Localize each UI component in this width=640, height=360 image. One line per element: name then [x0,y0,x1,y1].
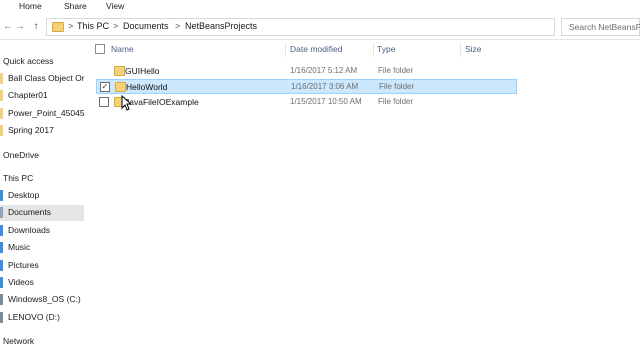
breadcrumb-documents[interactable]: Documents [123,21,169,31]
file-row[interactable]: GUIHello 1/16/2017 5:12 AM File folder [96,64,517,79]
nav-item-power-point[interactable]: Power_Point_45045 [0,106,90,122]
nav-quick-access[interactable]: Quick access [0,54,90,70]
downloads-icon [0,225,3,236]
file-type: File folder [378,97,414,106]
search-input[interactable]: Search NetBeansProjects [561,18,640,36]
nav-item-lenovo-d[interactable]: LENOVO (D:) [0,310,90,326]
column-header-row: Name Date modified Type Size [92,43,522,58]
row-checkbox[interactable] [99,97,109,107]
videos-icon [0,277,3,288]
select-all-checkbox[interactable] [95,44,105,54]
folder-icon [0,73,3,84]
ribbon: Home Share View [0,0,640,13]
file-date: 1/16/2017 3:06 AM [291,82,359,91]
file-date: 1/16/2017 5:12 AM [290,66,358,75]
nav-item-ball-class[interactable]: Ball Class Object Or [0,71,90,87]
file-name: JavaFileIOExample [125,97,199,107]
file-name: GUIHello [125,66,160,76]
forward-arrow-icon[interactable]: → [14,20,26,34]
tab-home[interactable]: Home [19,1,42,11]
nav-item-downloads[interactable]: Downloads [0,223,90,239]
drive-icon [0,294,3,305]
back-arrow-icon[interactable]: ← [2,20,14,34]
file-type: File folder [378,66,414,75]
breadcrumb-separator: > [175,21,181,31]
column-size[interactable]: Size [465,44,482,54]
nav-item-chapter01[interactable]: Chapter01 [0,88,90,104]
column-date-modified[interactable]: Date modified [290,44,342,54]
breadcrumb-separator: > [113,21,119,31]
breadcrumb-this-pc[interactable]: This PC [77,21,109,31]
nav-item-windows8-os[interactable]: Windows8_OS (C:) [0,292,90,308]
address-bar[interactable]: > This PC > Documents > NetBeansProjects… [46,18,594,36]
column-divider[interactable] [285,43,286,57]
documents-icon [0,207,3,218]
file-row[interactable]: JavaFileIOExample 1/15/2017 10:50 AM Fil… [96,95,517,110]
nav-item-desktop[interactable]: Desktop [0,188,90,204]
row-checkbox[interactable]: ✓ [100,82,110,92]
tab-view[interactable]: View [106,1,124,11]
nav-onedrive[interactable]: OneDrive [0,148,90,164]
file-type: File folder [379,82,415,91]
folder-icon [0,125,3,136]
folder-icon [114,66,125,76]
folder-icon [115,82,126,92]
breadcrumb-separator: > [68,21,74,31]
column-divider[interactable] [373,43,374,57]
file-date: 1/15/2017 10:50 AM [290,97,362,106]
mouse-cursor-icon [121,95,131,111]
nav-this-pc[interactable]: This PC [0,171,90,187]
nav-item-pictures[interactable]: Pictures [0,258,90,274]
nav-item-documents[interactable]: Documents [0,205,84,221]
nav-item-music[interactable]: Music [0,240,90,256]
file-row-selected[interactable]: ✓ HelloWorld 1/16/2017 3:06 AM File fold… [96,79,517,94]
folder-icon [0,108,3,119]
folder-icon [52,22,64,32]
tab-share[interactable]: Share [64,1,87,11]
search-placeholder: Search NetBeansProjects [569,22,640,32]
column-type[interactable]: Type [377,44,395,54]
navigation-pane: Quick access Ball Class Object Or Chapte… [0,52,90,360]
nav-item-videos[interactable]: Videos [0,275,90,291]
breadcrumb-netbeansprojects[interactable]: NetBeansProjects [185,21,257,31]
column-divider[interactable] [460,43,461,57]
file-name: HelloWorld [126,82,168,92]
nav-network[interactable]: Network [0,334,90,350]
address-row: ← → ↑ > This PC > Documents > NetBeansPr… [0,14,640,40]
folder-icon [0,90,3,101]
nav-item-spring-2017[interactable]: Spring 2017 [0,123,90,139]
up-arrow-icon[interactable]: ↑ [30,20,42,34]
music-icon [0,242,3,253]
desktop-icon [0,190,3,201]
column-name[interactable]: Name [111,44,134,54]
pictures-icon [0,260,3,271]
drive-icon [0,312,3,323]
